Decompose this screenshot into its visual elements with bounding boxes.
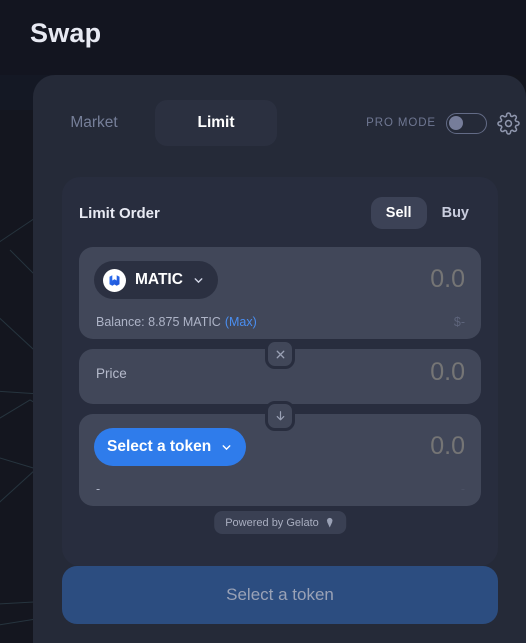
powered-by-label: Powered by Gelato: [225, 516, 319, 529]
to-right-dash: -: [460, 482, 465, 496]
arrow-down-icon: [276, 411, 284, 421]
limit-order-card: Limit Order Sell Buy MATIC 0.0 Balance: …: [62, 177, 498, 624]
chevron-down-icon: [194, 277, 203, 283]
tab-limit[interactable]: Limit: [155, 100, 277, 146]
from-token-selector[interactable]: MATIC: [94, 261, 218, 299]
from-usd-value: $-: [453, 315, 465, 329]
close-icon: [276, 350, 284, 358]
card-title: Limit Order: [79, 204, 160, 222]
to-amount-input[interactable]: [295, 432, 465, 461]
to-info-row: - -: [96, 482, 465, 496]
swap-app-screen: Swap Market Limit PRO MODE Limit Order S…: [0, 0, 526, 643]
sell-button[interactable]: Sell: [370, 197, 427, 229]
primary-action-button[interactable]: Select a token: [62, 566, 498, 624]
matic-logo-icon: [103, 268, 126, 292]
powered-by-gelato-badge[interactable]: Powered by Gelato: [214, 511, 346, 534]
mode-tab-row: Market Limit PRO MODE: [33, 98, 526, 148]
card-header: Limit Order Sell Buy: [79, 195, 484, 231]
tab-market[interactable]: Market: [33, 100, 155, 146]
clear-button[interactable]: [265, 339, 295, 369]
gear-icon[interactable]: [497, 111, 520, 135]
from-balance-text: Balance: 8.875 MATIC: [96, 315, 221, 329]
switch-direction-button[interactable]: [265, 401, 295, 431]
to-left-dash: -: [96, 482, 101, 496]
from-token-row: MATIC Balance: 8.875 MATIC (Max) $-: [79, 247, 481, 339]
chevron-down-icon-2: [222, 444, 231, 450]
pro-mode-control: PRO MODE: [366, 111, 520, 135]
from-token-name: MATIC: [135, 271, 183, 288]
toggle-knob: [449, 115, 463, 130]
max-button[interactable]: (Max): [225, 315, 257, 329]
pro-mode-label: PRO MODE: [366, 117, 436, 129]
page-title: Swap: [30, 18, 102, 48]
from-balance-row: Balance: 8.875 MATIC (Max) $-: [96, 315, 465, 329]
price-label: Price: [96, 366, 127, 381]
to-token-name: Select a token: [107, 438, 212, 455]
matic-glyph: [109, 274, 120, 286]
buy-button[interactable]: Buy: [427, 197, 484, 229]
gelato-cone-icon: [326, 517, 333, 528]
pro-mode-toggle[interactable]: [446, 112, 487, 134]
from-amount-input[interactable]: [295, 265, 465, 294]
side-selector: Sell Buy: [370, 197, 484, 229]
price-input[interactable]: [295, 358, 465, 387]
to-token-selector[interactable]: Select a token: [94, 428, 247, 466]
